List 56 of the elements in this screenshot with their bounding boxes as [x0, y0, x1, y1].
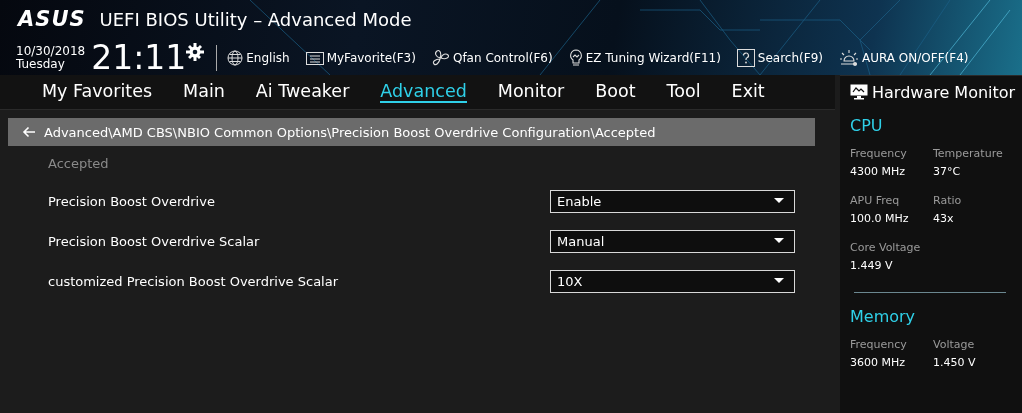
list-icon: [305, 51, 324, 65]
reading-value: 1.450 V: [933, 356, 977, 369]
weekday: Tuesday: [16, 58, 66, 71]
settings-icon: [186, 43, 205, 61]
clock-time: 21:11: [91, 40, 187, 75]
menu-tab[interactable]: My Favorites: [42, 81, 153, 103]
caret-icon: [774, 198, 784, 204]
reading-value: 3600 MHz: [850, 356, 907, 369]
reading-value: 4300 MHz: [850, 165, 907, 178]
menu-tab[interactable]: Tool: [666, 81, 701, 103]
caret-icon: [774, 238, 784, 244]
reading-label: Frequency: [850, 147, 908, 160]
window-title: UEFI BIOS Utility – Advanced Mode: [99, 8, 412, 30]
toolbar-button[interactable]: Qfan Control(F6): [431, 49, 553, 67]
toolbar-button[interactable]: MyFavorite(F3): [305, 51, 416, 65]
setting-label: Precision Boost Overdrive Scalar: [48, 233, 260, 249]
fan-icon: [431, 49, 450, 67]
globe-icon: [227, 50, 244, 66]
toolbar-button[interactable]: English: [227, 50, 290, 66]
reading-value: 100.0 MHz: [850, 212, 910, 225]
question-icon: [736, 49, 755, 67]
reading-value: 1.449 V: [850, 259, 894, 272]
logo: ASUS: [18, 7, 86, 31]
menu-tab[interactable]: Boot: [595, 81, 636, 103]
lightbulb-icon: [568, 49, 583, 67]
reading-label: Temperature: [933, 147, 1004, 160]
back-arrow-icon: [22, 126, 36, 138]
date: 10/30/2018: [16, 45, 86, 58]
section-label: Accepted: [47, 155, 110, 172]
reading-value: 43x: [933, 212, 955, 225]
reading-label: Voltage: [933, 338, 976, 351]
monitor-icon: [850, 84, 868, 100]
menu-tab[interactable]: Advanced: [380, 81, 467, 103]
dropdown[interactable]: 10X: [550, 269, 795, 293]
reading-label: Ratio: [933, 194, 963, 207]
dropdown[interactable]: Enable: [550, 189, 795, 213]
menu-tab[interactable]: Exit: [731, 81, 765, 103]
setting-label: customized Precision Boost Overdrive Scalar: [48, 273, 339, 289]
reading-value: 37°C: [933, 165, 962, 178]
setting-label: Precision Boost Overdrive: [48, 193, 215, 209]
panel-title: Hardware Monitor: [872, 82, 1016, 102]
reading-label: Core Voltage: [850, 241, 922, 254]
dropdown[interactable]: Manual: [550, 229, 795, 253]
toolbar-button[interactable]: AURA ON/OFF(F4): [839, 49, 969, 67]
reading-label: Frequency: [850, 338, 908, 351]
section-heading: CPU: [850, 116, 884, 135]
breadcrumb-path[interactable]: Advanced\AMD CBS\NBIO Common Options\Precision Boost Overdrive Configuration\Accepted: [44, 124, 656, 140]
caret-icon: [774, 278, 784, 284]
section-heading: Memory: [850, 307, 917, 326]
toolbar-button[interactable]: Search(F9): [736, 49, 823, 67]
menu-tab[interactable]: Monitor: [497, 81, 565, 103]
reading-label: APU Freq: [850, 194, 901, 207]
light-icon: [839, 49, 859, 67]
menu-tab[interactable]: Main: [183, 81, 225, 103]
menu-tab[interactable]: Ai Tweaker: [255, 81, 350, 103]
toolbar-button[interactable]: EZ Tuning Wizard(F11): [568, 49, 721, 67]
